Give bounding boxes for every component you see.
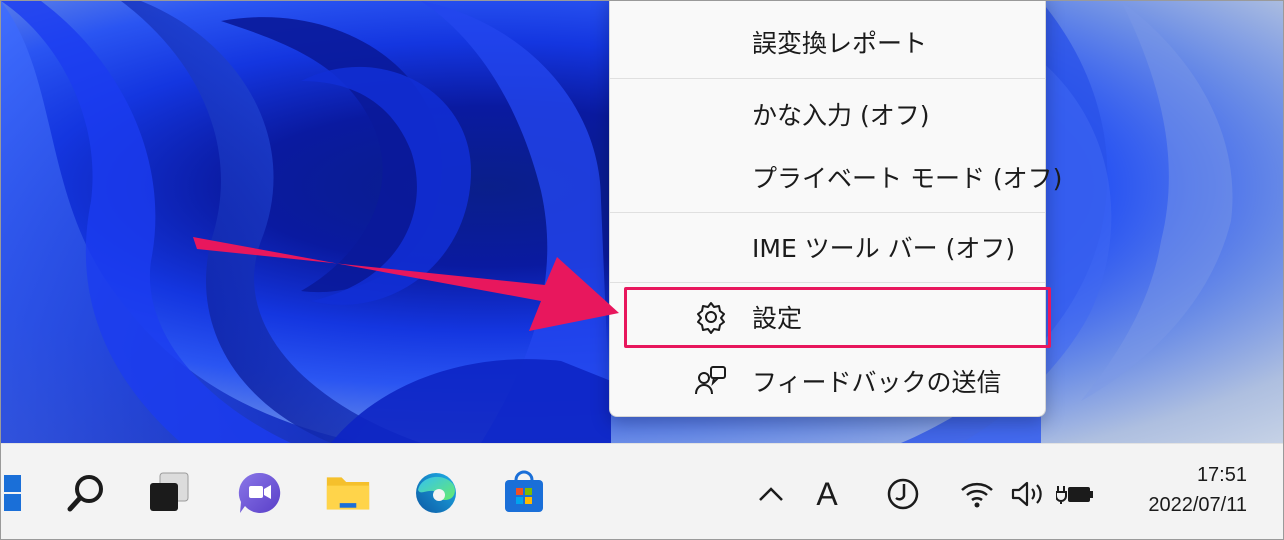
menu-item-label: IME ツール バー (オフ) (752, 234, 1016, 263)
task-view-icon[interactable] (147, 470, 193, 516)
menu-item-kana-input[interactable]: かな入力 (オフ) (610, 85, 1045, 143)
wifi-icon[interactable] (959, 474, 995, 514)
menu-separator (610, 78, 1045, 79)
edge-icon[interactable] (413, 470, 459, 516)
start-icon[interactable] (1, 470, 27, 516)
menu-item-send-feedback[interactable]: フィードバックの送信 (610, 352, 1045, 410)
clock-date: 2022/07/11 (1148, 494, 1247, 516)
taskbar: A 17:51 2022/07/11 (1, 443, 1283, 539)
menu-item-label: フィードバックの送信 (752, 368, 1002, 397)
ime-context-menu: 誤変換レポート かな入力 (オフ) プライベート モード (オフ) IME ツー… (609, 1, 1062, 417)
clock-time: 17:51 (1196, 464, 1247, 486)
menu-item-label: 誤変換レポート (752, 29, 928, 58)
screenshot-frame: 誤変換レポート かな入力 (オフ) プライベート モード (オフ) IME ツー… (0, 0, 1284, 540)
show-hidden-icons-chevron[interactable] (753, 474, 789, 514)
taskbar-clock[interactable]: 17:51 2022/07/11 (1148, 460, 1247, 520)
menu-item-conversion-report[interactable]: 誤変換レポート (610, 13, 1045, 71)
menu-separator (610, 282, 1045, 283)
ime-kana-icon[interactable] (883, 474, 923, 514)
menu-item-label: かな入力 (オフ) (752, 101, 930, 130)
battery-charging-icon[interactable] (1055, 474, 1095, 514)
search-icon[interactable] (63, 470, 109, 516)
feedback-icon (694, 364, 728, 398)
speaker-icon[interactable] (1009, 474, 1047, 514)
file-explorer-icon[interactable] (325, 470, 371, 516)
menu-item-private-mode[interactable]: プライベート モード (オフ) (610, 148, 1062, 206)
menu-separator (610, 212, 1045, 213)
menu-item-label: プライベート モード (オフ) (752, 164, 1063, 193)
ime-mode-indicator[interactable]: A (809, 474, 845, 514)
menu-item-ime-toolbar[interactable]: IME ツール バー (オフ) (610, 218, 1045, 276)
settings-highlight-box (624, 287, 1051, 348)
teams-chat-icon[interactable] (237, 470, 283, 516)
store-icon[interactable] (501, 470, 547, 516)
